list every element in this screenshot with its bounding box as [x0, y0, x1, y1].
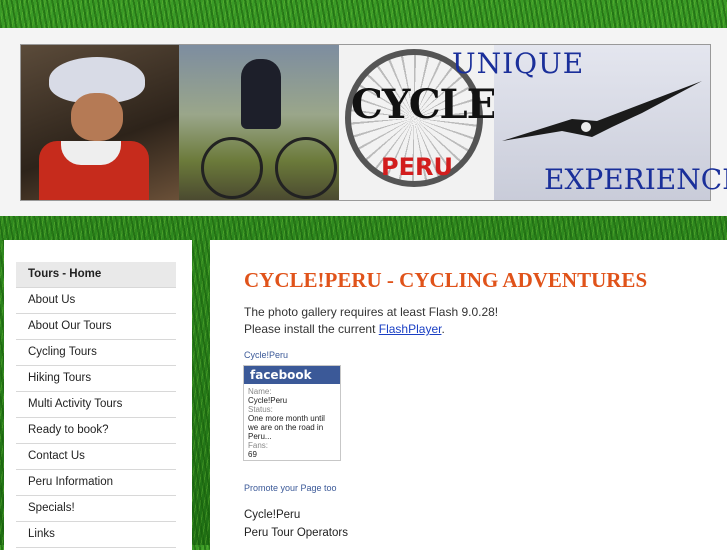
- link-cycle-peru[interactable]: Cycle!Peru: [244, 506, 348, 524]
- main-content: CYCLE!PERU - CYCLING ADVENTURES The phot…: [210, 240, 727, 550]
- condor-icon: [502, 81, 702, 141]
- nav-item-peru-information[interactable]: Peru Information: [16, 470, 176, 496]
- nav-item-hiking-tours[interactable]: Hiking Tours: [16, 366, 176, 392]
- link-peru-tour-operators[interactable]: Peru Tour Operators: [244, 524, 348, 542]
- promote-page-link[interactable]: Promote your Page too: [244, 483, 337, 493]
- fb-name-value: Cycle!Peru: [248, 396, 288, 405]
- logo-subtext: PERU: [381, 153, 453, 181]
- nav-item-links[interactable]: Links: [16, 522, 176, 548]
- nav-item-ready-to-book[interactable]: Ready to book?: [16, 418, 176, 444]
- bottom-links: Cycle!Peru Peru Tour Operators: [244, 506, 348, 542]
- banner-photo-cyclist: [179, 45, 339, 200]
- fb-status-value: One more month until we are on the road …: [248, 414, 325, 441]
- facebook-badge[interactable]: facebook Name: Cycle!Peru Status: One mo…: [243, 365, 341, 461]
- fb-name-label: Name:: [248, 387, 272, 396]
- flash-notice-line2: Please install the current FlashPlayer.: [244, 322, 445, 336]
- banner-photo-condor: UNIQUE EXPERIENCE: [452, 45, 727, 200]
- tagline-unique: UNIQUE: [452, 47, 585, 80]
- logo-text: CYCLE!: [351, 81, 494, 128]
- flashplayer-link[interactable]: FlashPlayer: [379, 322, 442, 336]
- nav-item-contact-us[interactable]: Contact Us: [16, 444, 176, 470]
- tagline-experience: EXPERIENCE: [544, 163, 727, 196]
- sidebar: Tours - Home About Us About Our Tours Cy…: [4, 240, 192, 550]
- fb-fans-label: Fans:: [248, 441, 269, 450]
- nav-item-about-us[interactable]: About Us: [16, 288, 176, 314]
- nav-item-cycling-tours[interactable]: Cycling Tours: [16, 340, 176, 366]
- banner-photo-child: [21, 45, 179, 200]
- nav-item-multi-activity-tours[interactable]: Multi Activity Tours: [16, 392, 176, 418]
- flash-notice: The photo gallery requires at least Flas…: [244, 304, 498, 338]
- facebook-logo: facebook: [244, 366, 340, 384]
- fb-fans-value: 69: [248, 450, 257, 459]
- facebook-badge-body: Name: Cycle!Peru Status: One more month …: [244, 384, 340, 460]
- page-title: CYCLE!PERU - CYCLING ADVENTURES: [244, 268, 648, 292]
- sidebar-nav: Tours - Home About Us About Our Tours Cy…: [16, 262, 176, 548]
- flash-notice-line1: The photo gallery requires at least Flas…: [244, 305, 499, 319]
- facebook-page-link[interactable]: Cycle!Peru: [244, 350, 288, 360]
- nav-item-about-our-tours[interactable]: About Our Tours: [16, 314, 176, 340]
- nav-item-tours-home[interactable]: Tours - Home: [16, 262, 176, 288]
- header-banner: CYCLE! PERU UNIQUE EXPERIENCE: [20, 44, 727, 201]
- nav-item-specials[interactable]: Specials!: [16, 496, 176, 522]
- fb-status-label: Status:: [248, 405, 273, 414]
